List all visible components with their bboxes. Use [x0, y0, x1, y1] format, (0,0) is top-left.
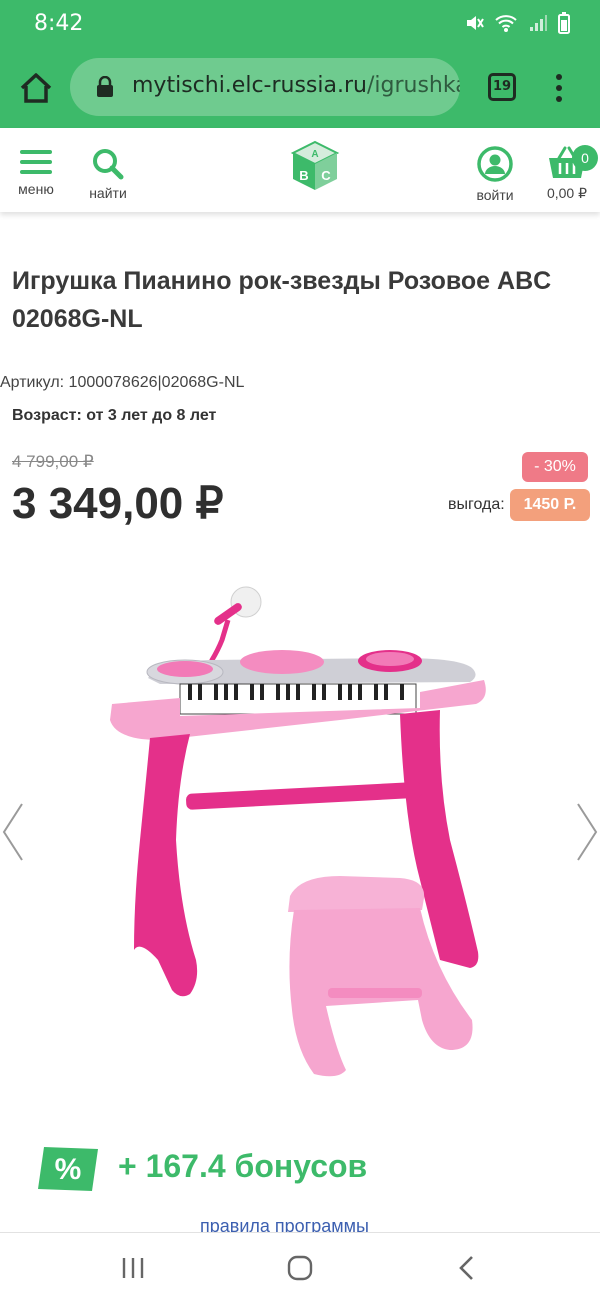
hamburger-icon	[20, 150, 52, 174]
svg-text:%: %	[55, 1153, 82, 1186]
old-price: 4 799,00 ₽	[12, 452, 94, 471]
left-leg	[134, 734, 198, 997]
abc-logo[interactable]: A B C	[290, 140, 340, 192]
cart-total: 0,00 ₽	[546, 185, 588, 201]
search-button[interactable]: найти	[84, 148, 132, 201]
more-vert-icon[interactable]	[548, 72, 570, 104]
back-icon[interactable]	[452, 1253, 482, 1283]
status-icons	[464, 12, 570, 34]
search-icon	[93, 149, 124, 180]
carousel-next-icon[interactable]	[574, 800, 600, 864]
discount-badge: - 30%	[522, 452, 588, 482]
home-icon[interactable]	[16, 68, 56, 108]
svg-text:B: B	[299, 168, 308, 183]
search-label: найти	[89, 185, 127, 201]
lock-icon	[97, 76, 113, 97]
product-age: Возраст: от 3 лет до 8 лет	[12, 407, 217, 424]
url-path: /igrushka	[366, 73, 460, 98]
mute-icon	[467, 16, 484, 30]
tabs-button[interactable]: 19	[488, 73, 516, 101]
system-nav-bar	[0, 1232, 600, 1299]
bonus-amount: + 167.4 бонусов	[118, 1148, 368, 1184]
status-time: 8:42	[34, 11, 84, 36]
status-bar: 8:42	[0, 0, 600, 48]
product-title: Игрушка Пианино рок-звезды Розовое ABC 0…	[12, 267, 552, 333]
url-text: mytischi.elc-russia.ru/igrushka	[132, 73, 460, 98]
recent-apps-icon[interactable]	[118, 1253, 148, 1283]
login-button[interactable]: войти	[470, 146, 520, 203]
home-nav-icon[interactable]	[285, 1253, 315, 1283]
svg-text:A: A	[311, 149, 318, 160]
battery-icon	[558, 12, 570, 34]
benefit-badge: 1450 Р.	[510, 489, 590, 521]
site-header: меню найти A B C войти 0,00 ₽	[0, 128, 600, 212]
wifi-icon	[495, 15, 517, 32]
carousel-prev-icon[interactable]	[0, 800, 26, 864]
cart-count-badge: 0	[572, 145, 598, 171]
product-image[interactable]	[100, 580, 500, 1080]
url-domain: mytischi.elc-russia.ru	[132, 73, 367, 98]
svg-text:C: C	[321, 168, 331, 183]
current-price: 3 349,00 ₽	[12, 479, 224, 528]
menu-label: меню	[18, 181, 54, 197]
address-bar[interactable]: mytischi.elc-russia.ru/igrushka	[70, 58, 460, 116]
stool-seat	[288, 876, 425, 912]
user-icon	[477, 146, 513, 182]
menu-button[interactable]: меню	[14, 148, 58, 197]
percent-icon: %	[38, 1147, 98, 1191]
browser-toolbar: mytischi.elc-russia.ru/igrushka 19	[0, 48, 600, 128]
benefit-label: выгода:	[448, 496, 505, 513]
login-label: войти	[476, 187, 514, 203]
crossbar	[186, 781, 422, 810]
product-article: Артикул: 1000078626|02068G-NL	[0, 374, 245, 391]
signal-icon	[530, 15, 547, 31]
